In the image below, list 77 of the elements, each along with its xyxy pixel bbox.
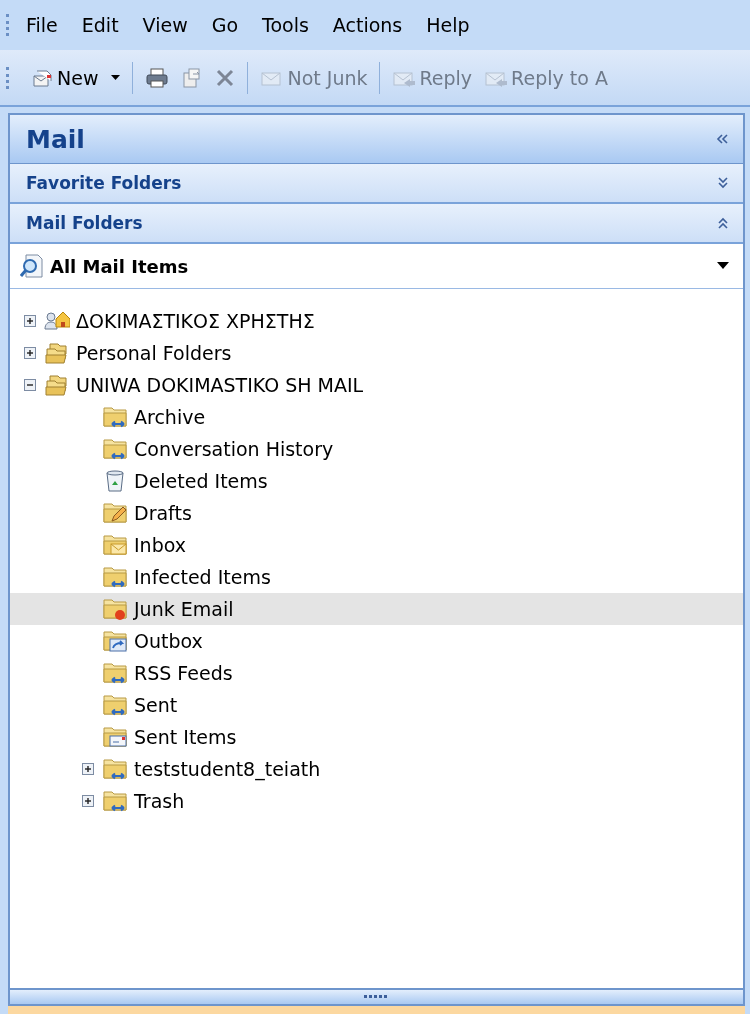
folder-label: Junk Email (134, 598, 234, 620)
user-home-icon (44, 309, 70, 333)
menu-item[interactable]: File (26, 14, 58, 36)
folder-label: Drafts (134, 502, 192, 524)
section-header[interactable]: Mail Folders (10, 204, 743, 244)
folder-label: Personal Folders (76, 342, 232, 364)
view-selector[interactable]: All Mail Items (10, 244, 743, 289)
grip-dots-icon (363, 995, 390, 999)
caret-icon (111, 74, 121, 81)
folder-sync-icon (102, 405, 128, 429)
pane-title: Mail (26, 124, 85, 154)
new-button[interactable]: New (26, 64, 127, 91)
splitter-bar[interactable] (10, 988, 743, 1004)
menu-item[interactable]: Help (426, 14, 470, 36)
folder-envelope-icon (102, 725, 128, 749)
folder-envelope-icon (102, 533, 128, 557)
folder-item[interactable]: teststudent8_teiath (10, 753, 743, 785)
expand-icon[interactable] (82, 763, 94, 775)
folder-stack-icon (44, 373, 70, 397)
folder-item[interactable]: Drafts (10, 497, 743, 529)
folder-label: Deleted Items (134, 470, 268, 492)
folder-sync-icon (102, 437, 128, 461)
delete-icon (215, 67, 236, 88)
collapse-icon[interactable] (24, 379, 36, 391)
folder-arrow-icon (102, 629, 128, 653)
folder-stack-icon (44, 341, 70, 365)
menu-item[interactable]: Actions (332, 14, 403, 36)
expand-icon[interactable] (24, 315, 36, 327)
folder-item[interactable]: Infected Items (10, 561, 743, 593)
folder-sync-icon (102, 693, 128, 717)
printer-icon (145, 66, 170, 89)
folder-item[interactable]: Personal Folders (10, 337, 743, 369)
folder-label: Inbox (134, 534, 186, 556)
menu-item[interactable]: View (142, 14, 188, 36)
dropdown-caret-icon (717, 262, 729, 270)
folder-label: RSS Feeds (134, 662, 233, 684)
folder-item[interactable]: Trash (10, 785, 743, 817)
folder-item[interactable]: Sent (10, 689, 743, 721)
folder-sync-icon (102, 661, 128, 685)
expand-icon[interactable] (717, 176, 729, 190)
folder-item[interactable]: Archive (10, 401, 743, 433)
folder-label: UNIWA DOKIMASTIKO SH MAIL (76, 374, 364, 396)
folder-label: Archive (134, 406, 206, 428)
collapse-icon[interactable] (717, 216, 729, 230)
folder-sync-icon (102, 565, 128, 589)
menu-item[interactable]: Tools (262, 14, 309, 36)
folder-label: ΔΟΚΙΜΑΣΤΙΚΟΣ ΧΡΗΣΤΗΣ (76, 310, 315, 332)
folder-item[interactable]: Outbox (10, 625, 743, 657)
folder-item[interactable]: Deleted Items (10, 465, 743, 497)
folder-item[interactable]: ΔΟΚΙΜΑΣΤΙΚΟΣ ΧΡΗΣΤΗΣ (10, 305, 743, 337)
folder-label: Sent Items (134, 726, 237, 748)
folder-label: Sent (134, 694, 178, 716)
menu-item[interactable]: Edit (81, 14, 119, 36)
new-mail-icon (32, 67, 54, 88)
folder-label: teststudent8_teiath (134, 758, 321, 780)
folder-item[interactable]: UNIWA DOKIMASTIKO SH MAIL (10, 369, 743, 401)
folder-sync-icon (102, 789, 128, 813)
expand-icon[interactable] (24, 347, 36, 359)
folder-label: Conversation History (134, 438, 334, 460)
search-icon (20, 254, 44, 278)
folder-label: Outbox (134, 630, 203, 652)
expand-icon[interactable] (82, 795, 94, 807)
folder-item[interactable]: Sent Items (10, 721, 743, 753)
section-label: Mail Folders (26, 213, 143, 233)
section-header[interactable]: Favorite Folders (10, 164, 743, 204)
folder-item[interactable]: Inbox (10, 529, 743, 561)
menu-item[interactable]: Go (211, 14, 239, 36)
folder-label: Infected Items (134, 566, 271, 588)
folder-blocked-icon (102, 597, 128, 621)
folder-sync-icon (102, 757, 128, 781)
section-label: Favorite Folders (26, 173, 182, 193)
folder-item[interactable]: Junk Email (10, 593, 743, 625)
folder-item[interactable]: RSS Feeds (10, 657, 743, 689)
folder-pencil-icon (102, 501, 128, 525)
folder-item[interactable]: Conversation History (10, 433, 743, 465)
folder-label: Trash (134, 790, 185, 812)
collapse-pane-icon[interactable] (715, 133, 729, 145)
